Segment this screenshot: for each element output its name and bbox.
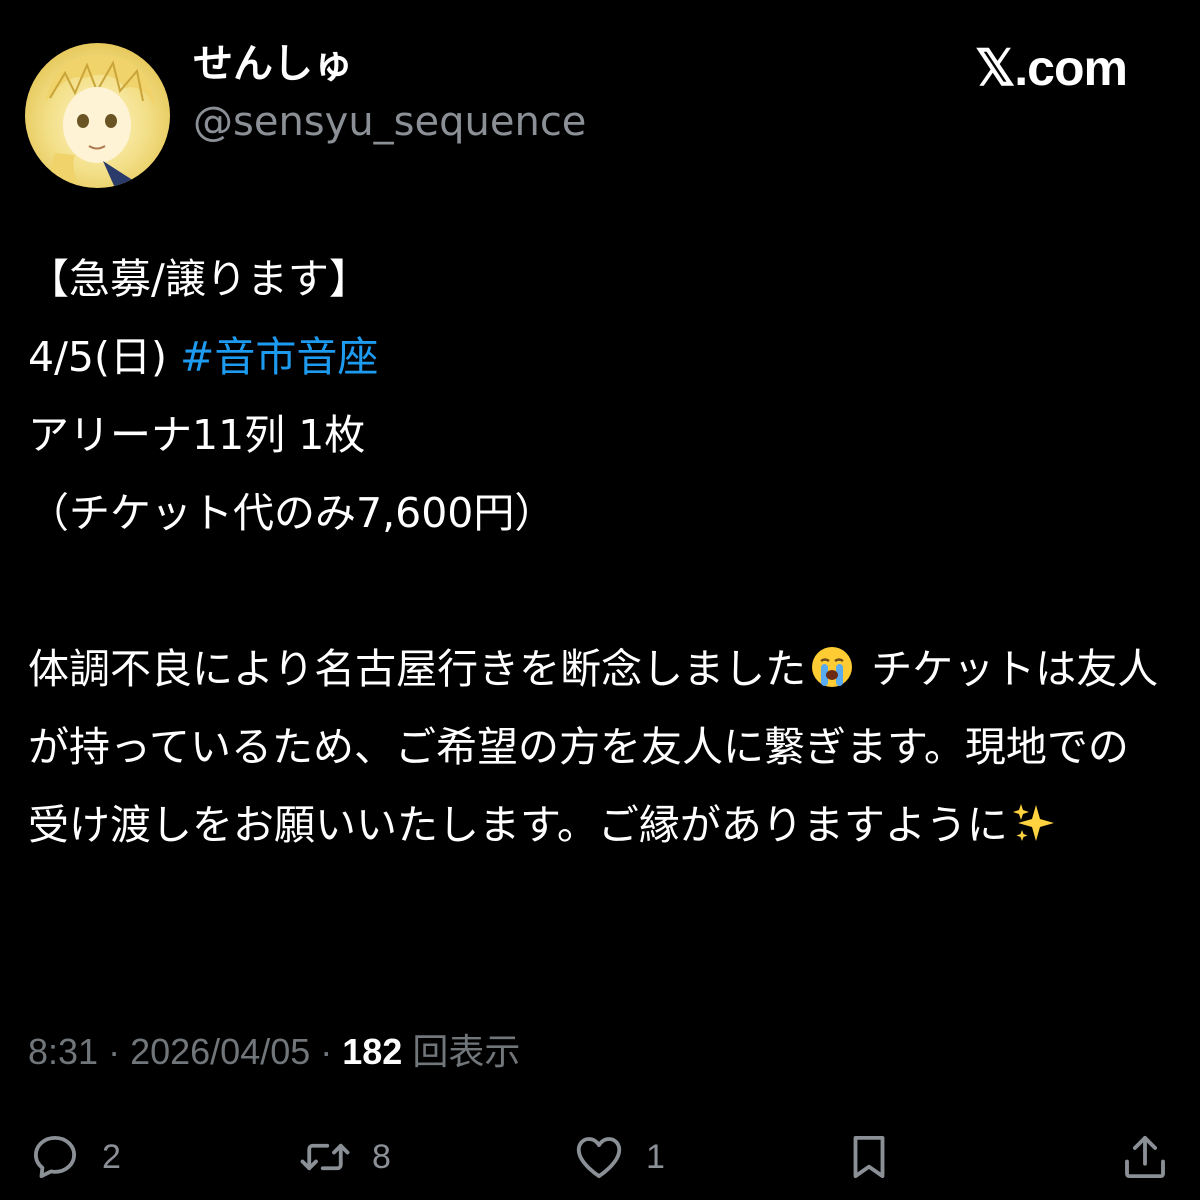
- post-date-text: 4/5(日): [28, 333, 181, 381]
- bookmark-button[interactable]: [842, 1122, 896, 1192]
- post-meta: 8:31 · 2026/04/05 · 182 回表示: [28, 1028, 520, 1076]
- reply-button[interactable]: 2: [28, 1122, 121, 1192]
- action-bar: 2 8 1: [0, 1122, 1200, 1192]
- post-paragraph: 体調不良により名古屋行きを断念しました チケットは友人が持っているため、ご希望の…: [28, 630, 1168, 864]
- crying-face-icon: [812, 647, 853, 687]
- post-date[interactable]: 2026/04/05: [130, 1031, 310, 1072]
- views-label: 回表示: [402, 1031, 521, 1072]
- repost-icon: [300, 1143, 350, 1171]
- views-count: 182: [342, 1031, 403, 1072]
- meta-separator: ·: [98, 1031, 131, 1072]
- sparkles-icon: [1012, 804, 1054, 841]
- like-count: 1: [646, 1137, 665, 1176]
- share-button[interactable]: [1118, 1122, 1172, 1192]
- post-paragraph-part-1: 体調不良により名古屋行きを断念しました: [28, 645, 807, 693]
- meta-separator-2: ·: [310, 1031, 343, 1072]
- like-button[interactable]: 1: [572, 1122, 665, 1192]
- post-line-2: 4/5(日) #音市音座: [28, 318, 1168, 396]
- repost-count: 8: [372, 1137, 391, 1176]
- heart-icon: [576, 1137, 622, 1179]
- hashtag-link[interactable]: #音市音座: [180, 333, 378, 381]
- post-time[interactable]: 8:31: [28, 1031, 98, 1072]
- repost-button[interactable]: 8: [298, 1122, 391, 1192]
- reply-icon: [33, 1135, 77, 1179]
- post-text: 【急募/譲ります】 4/5(日) #音市音座 アリーナ11列 1枚 （チケット代…: [28, 240, 1168, 864]
- x-logo: 𝕏.com: [975, 40, 1128, 96]
- bookmark-icon: [853, 1135, 885, 1179]
- author-avatar[interactable]: [25, 43, 170, 188]
- author-display-name[interactable]: せんしゅ: [193, 40, 353, 88]
- avatar-illustration-icon: [45, 54, 155, 188]
- reply-count: 2: [102, 1137, 121, 1176]
- author-handle[interactable]: @sensyu_sequence: [193, 98, 586, 146]
- post-line-1: 【急募/譲ります】: [28, 255, 370, 303]
- share-icon: [1125, 1135, 1165, 1179]
- post-line-3: アリーナ11列 1枚: [28, 411, 366, 459]
- post-line-4: （チケット代のみ7,600円）: [28, 489, 556, 537]
